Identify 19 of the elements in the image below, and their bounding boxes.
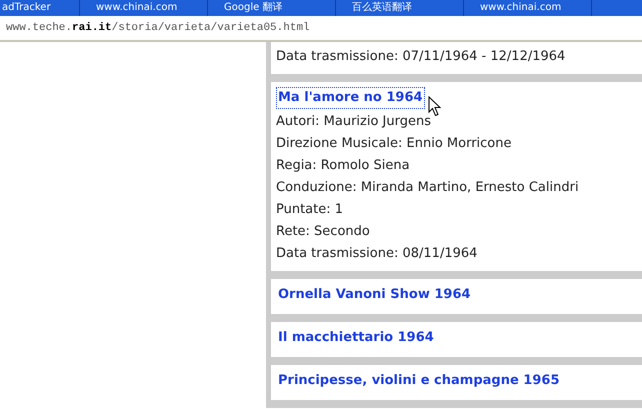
program-detail: Direzione Musicale: Ennio Morricone [276,135,512,153]
browser-tab[interactable]: 百么英语翻译 [338,0,464,16]
browser-tab[interactable]: www.chinai.com [466,0,592,16]
program-detail: Data trasmissione: 08/11/1964 [276,245,478,263]
program-title-link[interactable]: Il macchiettario 1964 [276,327,436,349]
program-title-link[interactable]: Ma l'amore no 1964 [276,87,425,109]
program-title-link[interactable]: Ornella Vanoni Show 1964 [276,284,473,306]
program-detail: Data trasmissione: 07/11/1964 - 12/12/1964 [276,48,566,66]
program-title-link[interactable]: Principesse, violini e champagne 1965 [276,370,562,392]
browser-tab[interactable]: adTracker [0,0,80,16]
url-text: www.teche.rai.it/storia/varieta/varieta05.html [6,22,310,34]
program-detail: Autori: Maurizio Jurgens [276,113,432,131]
browser-tab[interactable]: Google 翻译 [210,0,336,16]
browser-tab[interactable]: www.chinai.com [82,0,208,16]
program-detail: Rete: Secondo [276,223,371,241]
program-detail: Regia: Romolo Siena [276,157,411,175]
mouse-cursor-icon [428,96,442,117]
program-detail: Conduzione: Miranda Martino, Ernesto Calindri [276,179,580,197]
program-detail: Puntate: 1 [276,201,344,219]
